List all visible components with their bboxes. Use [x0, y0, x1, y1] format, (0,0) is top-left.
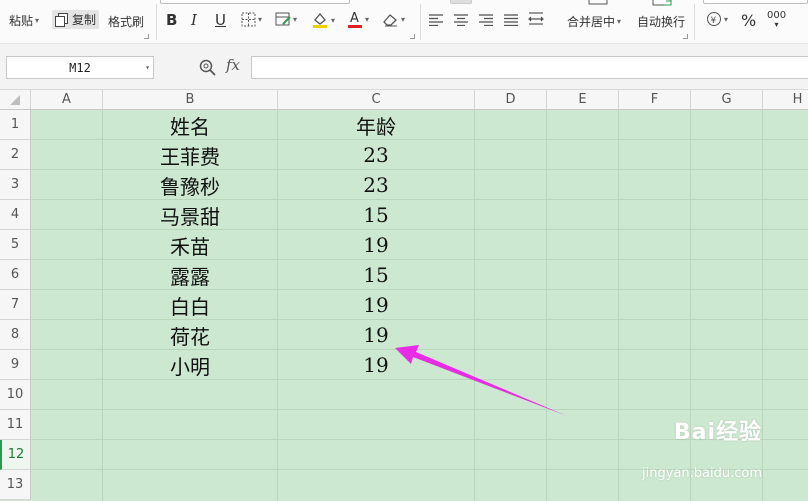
percent-button[interactable]: % — [741, 11, 756, 30]
chevron-down-icon: ▾ — [401, 15, 406, 24]
copy-button[interactable]: 复制 — [52, 10, 100, 29]
clear-format-button[interactable]: ▾ — [382, 12, 405, 27]
alignment-launcher-icon[interactable] — [683, 34, 688, 39]
align-top-button-edge[interactable] — [450, 0, 472, 4]
align-center-button[interactable] — [454, 14, 468, 26]
number-format-box-edge[interactable] — [703, 0, 808, 4]
merge-center-button[interactable]: 合并居中 ▾ — [567, 13, 621, 30]
wrap-text-button[interactable]: 自动换行 — [637, 13, 685, 30]
formula-input[interactable] — [251, 56, 808, 79]
chevron-down-icon: ▾ — [331, 15, 336, 25]
copy-icon — [55, 12, 69, 27]
wrap-text-label: 自动换行 — [637, 15, 686, 29]
baidu-watermark-logo: Bai经验 — [673, 420, 762, 445]
distributed-align-button[interactable] — [528, 11, 544, 27]
chevron-down-icon[interactable]: ▾ — [145, 63, 150, 72]
format-painter-label: 格式刷 — [108, 15, 145, 29]
align-left-button[interactable] — [429, 14, 443, 26]
thousands-button[interactable]: 000 ▾ — [767, 10, 787, 30]
distributed-align-icon — [528, 11, 544, 27]
bold-button[interactable]: B — [166, 11, 177, 29]
justify-icon — [504, 14, 518, 26]
align-right-icon — [479, 14, 493, 26]
currency-button[interactable]: ¥ ▾ — [706, 11, 728, 27]
paste-button[interactable]: 粘贴 ▾ — [9, 12, 39, 29]
chevron-down-icon: ▾ — [724, 14, 729, 24]
chevron-down-icon: ▾ — [35, 16, 40, 25]
merge-center-label: 合并居中 — [567, 15, 616, 29]
spreadsheet-grid[interactable]: A B C D E F G H 1 2 3 4 5 6 7 8 9 10 11 … — [0, 90, 808, 501]
underline-icon: U — [215, 11, 226, 29]
cell-style-icon — [275, 12, 291, 27]
name-box-value: M12 — [69, 60, 91, 75]
chevron-down-icon: ▾ — [293, 15, 298, 24]
eraser-icon — [382, 12, 399, 27]
chevron-down-icon: ▾ — [258, 15, 263, 24]
format-painter-button[interactable]: 格式刷 — [108, 13, 144, 30]
wrap-text-icon — [652, 0, 674, 7]
merge-center-icon — [588, 0, 608, 6]
ribbon-toolbar: 粘贴 ▾ 复制 格式刷 B I U ▾ ▾ ▾ A ▾ ▾ 合并居中 ▾ 自动换… — [0, 0, 808, 44]
align-center-icon — [454, 14, 468, 26]
underline-button[interactable]: U — [215, 11, 226, 29]
font-color-button[interactable]: A ▾ — [347, 10, 369, 29]
baidu-watermark-url: jingyan.baidu.com — [642, 466, 762, 481]
italic-icon: I — [191, 11, 197, 29]
copy-label: 复制 — [72, 13, 97, 27]
align-right-button[interactable] — [479, 14, 493, 26]
font-color-icon: A — [347, 10, 363, 29]
fx-icon[interactable]: fx — [226, 56, 240, 74]
paste-label: 粘贴 — [9, 14, 34, 28]
paint-bucket-icon — [311, 11, 329, 29]
italic-button[interactable]: I — [191, 11, 197, 29]
zoom-search-icon[interactable] — [199, 59, 216, 80]
chevron-down-icon: ▾ — [774, 20, 779, 29]
border-button[interactable]: ▾ — [241, 12, 262, 27]
formula-bar: M12 ▾ fx — [0, 44, 808, 90]
align-left-icon — [429, 14, 443, 26]
clipboard-launcher-icon[interactable] — [144, 34, 149, 39]
divider — [156, 4, 157, 40]
bold-icon: B — [166, 11, 178, 29]
border-icon — [241, 12, 256, 27]
font-name-box-edge[interactable] — [160, 0, 350, 4]
chevron-down-icon: ▾ — [365, 15, 370, 24]
percent-icon: % — [741, 11, 757, 30]
svg-text:¥: ¥ — [711, 16, 717, 26]
currency-icon: ¥ — [706, 11, 722, 27]
thousands-icon: 000 — [767, 10, 787, 21]
divider — [694, 4, 695, 40]
justify-button[interactable] — [504, 14, 518, 26]
name-box[interactable]: M12 ▾ — [6, 56, 154, 79]
cell-style-button[interactable]: ▾ — [275, 12, 297, 27]
font-launcher-icon[interactable] — [410, 34, 415, 39]
fill-color-button[interactable]: ▾ — [311, 11, 335, 29]
divider — [420, 4, 421, 40]
chevron-down-icon: ▾ — [617, 17, 622, 26]
svg-text:A: A — [350, 11, 359, 26]
